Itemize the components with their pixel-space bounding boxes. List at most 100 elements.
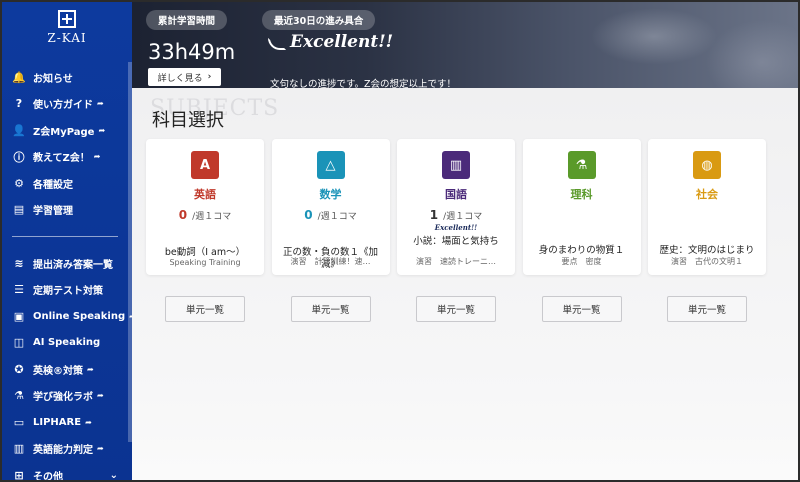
info-circle-icon: ⓘ <box>13 150 25 164</box>
external-link-icon: ➦ <box>97 99 104 109</box>
sidebar-item-label: 提出済み答案一覧 <box>33 259 113 271</box>
app-frame: Z-KAI 🔔 お知らせ? 使い方ガイド ➦ 👤 Z会MyPage ➦ ⓘ 教えてZ会！ ➦ ⚙ 各種… <box>0 0 800 482</box>
weekly-count-suffix: /週１コマ <box>443 212 483 222</box>
sidebar-item-clipboard[interactable]: ☰ 定期テスト対策 <box>2 277 132 304</box>
progress-header: 累計学習時間 33h49m 詳しく見る › 最近30日の進み具合 Excelle… <box>132 2 798 88</box>
excellent-badge: Excellent!! <box>434 223 478 232</box>
external-link-icon: ➦ <box>87 364 94 374</box>
zkai-logo-mark-icon <box>58 10 76 28</box>
subject-name: 国語 <box>445 188 467 201</box>
subject-card[interactable]: ▥ 国語 1/週１コマ Excellent!! 小説：場面と気持ち 演習 速読トレーニ… <box>397 139 515 275</box>
microscope-icon: ⚗ <box>567 151 596 179</box>
books-icon: ▥ <box>442 151 470 179</box>
sidebar-item-user[interactable]: 👤 Z会MyPage ➦ <box>2 117 132 144</box>
lesson-meta: 演習 古代の文明１ <box>671 257 743 266</box>
zkai-logo[interactable]: Z-KAI <box>40 10 94 50</box>
progress-label: 最近30日の進み具合 <box>262 10 376 30</box>
unit-list-button[interactable]: 単元一覧 <box>290 296 371 322</box>
swoosh-arrow-icon <box>268 38 286 50</box>
sidebar-item-eiken[interactable]: ✪ 英検®対策 ➦ <box>2 356 132 383</box>
sidebar-item-label: 学び強化ラボ <box>33 392 93 404</box>
excellent-badge <box>146 223 264 233</box>
weekly-count-value: 1 <box>429 208 439 222</box>
sidebar-item-layers[interactable]: ≋ 提出済み答案一覧 <box>2 250 132 277</box>
unit-list-button[interactable]: 単元一覧 <box>667 296 747 322</box>
subjects-section: SUBJECTS 科目選択 A 英語 0/週１コマ be動詞（I am～） Speaki… <box>132 88 798 480</box>
sidebar-item-gear[interactable]: ⚙ 各種設定 <box>2 170 132 197</box>
sidebar-item-label: 使い方ガイド <box>33 100 93 112</box>
external-link-icon: ➦ <box>85 417 92 427</box>
weekly-count-value: 0 <box>304 208 313 222</box>
lesson-meta: 要点 密度 <box>561 257 602 266</box>
current-lesson: 小説：場面と気持ち <box>413 236 499 247</box>
sidebar-item-info-circle[interactable]: ⓘ 教えてZ会！ ➦ <box>2 144 132 171</box>
sidebar-item-id-card[interactable]: ▤ 学習管理 <box>2 197 132 224</box>
detail-button[interactable]: 詳しく見る › <box>148 68 221 86</box>
sidebar-item-label: 各種設定 <box>33 179 73 191</box>
unit-list-button[interactable]: 単元一覧 <box>541 296 622 322</box>
excellent-badge <box>523 223 641 233</box>
chevron-right-icon: › <box>207 72 212 82</box>
unit-list-button[interactable]: 単元一覧 <box>165 296 245 322</box>
subject-card[interactable]: ◍ 社会 歴史：文明のはじまり 演習 古代の文明１ <box>648 139 766 275</box>
layers-icon: ≋ <box>14 256 24 270</box>
sidebar-item-label: 学習管理 <box>33 206 73 218</box>
sidebar-item-label: 教えてZ会！ <box>33 153 90 165</box>
bell-icon: 🔔 <box>12 70 26 84</box>
excellent-badge <box>272 223 390 233</box>
detail-button-label: 詳しく見る <box>157 73 203 84</box>
help-circle-icon: ? <box>15 97 23 111</box>
sidebar-item-help-circle[interactable]: ? 使い方ガイド ➦ <box>2 91 132 118</box>
external-link-icon: ➦ <box>93 152 101 162</box>
chevron-down-icon[interactable]: ⌄ <box>110 470 118 480</box>
sidebar-item-ai-speaking[interactable]: ◫ AI Speaking <box>2 330 132 357</box>
grid-icon: ⊞ <box>14 468 24 482</box>
sidebar-divider <box>12 236 118 237</box>
monitor-icon: ▭ <box>13 415 25 429</box>
weekly-count-value: 0 <box>178 208 188 222</box>
lesson-meta: 演習 速読トレーニ… <box>416 257 496 266</box>
subject-card[interactable]: ⚗ 理科 身のまわりの物質１ 要点 密度 <box>522 139 641 275</box>
progress-badge: Excellent!! <box>290 32 394 52</box>
unit-list-button[interactable]: 単元一覧 <box>416 296 496 322</box>
sidebar: Z-KAI 🔔 お知らせ? 使い方ガイド ➦ 👤 Z会MyPage ➦ ⓘ 教えてZ会！ ➦ ⚙ 各種… <box>2 2 136 482</box>
lesson-meta: Speaking Training <box>169 258 241 267</box>
weekly-count: 0/週１コマ <box>146 208 264 222</box>
subject-name: 英語 <box>194 188 216 201</box>
external-link-icon: ➦ <box>98 125 106 135</box>
sidebar-item-label: その他 <box>33 471 63 482</box>
compass-icon: △ <box>316 151 345 179</box>
subject-card[interactable]: △ 数学 0/週１コマ 正の数・負の数１《加減》 演習 計算訓練！速… <box>271 139 390 275</box>
sidebar-item-online-speaking[interactable]: ▣Online Speaking➦ <box>2 303 136 330</box>
sidebar-item-grid[interactable]: ⊞ その他 ⌄ <box>2 462 132 482</box>
external-link-icon: ➦ <box>97 444 104 454</box>
eiken-icon: ✪ <box>14 362 24 376</box>
sidebar-item-monitor[interactable]: ▭ LIPHARE ➦ <box>2 409 132 436</box>
weekly-count <box>523 208 641 222</box>
subject-name: 数学 <box>319 188 342 201</box>
subject-name: 理科 <box>570 188 593 201</box>
external-link-icon: ➦ <box>97 391 104 401</box>
sidebar-item-flask[interactable]: ⚗ 学び強化ラボ ➦ <box>2 383 132 410</box>
subject-name: 社会 <box>696 188 718 201</box>
weekly-count-suffix: /週１コマ <box>317 212 357 222</box>
study-time-label: 累計学習時間 <box>146 10 228 30</box>
sidebar-item-chart-monitor[interactable]: ▥ 英語能力判定 ➦ <box>2 436 132 463</box>
id-card-icon: ▤ <box>13 203 25 217</box>
gear-icon: ⚙ <box>14 176 24 190</box>
weekly-count-suffix: /週１コマ <box>192 212 232 222</box>
weekly-count: 0/週１コマ <box>272 208 390 222</box>
flask-icon: ⚗ <box>14 389 24 403</box>
progress-message: 文句なしの進捗です。Z会の想定以上です！ <box>270 79 457 88</box>
sidebar-item-label: LIPHARE <box>33 416 82 428</box>
sidebar-item-label: AI Speaking <box>33 337 101 349</box>
lesson-meta: 演習 計算訓練！速… <box>290 257 371 266</box>
sidebar-item-bell[interactable]: 🔔 お知らせ <box>2 64 132 91</box>
logo-text: Z-KAI <box>47 31 87 45</box>
subject-card[interactable]: A 英語 0/週１コマ be動詞（I am～） Speaking Training <box>146 139 264 275</box>
page-title: 科目選択 <box>152 110 224 131</box>
study-time-value: 33h49m <box>148 40 236 64</box>
sidebar-item-label: Z会MyPage <box>33 126 95 138</box>
excellent-badge <box>648 223 766 233</box>
ai-speaking-icon: ◫ <box>13 336 25 350</box>
